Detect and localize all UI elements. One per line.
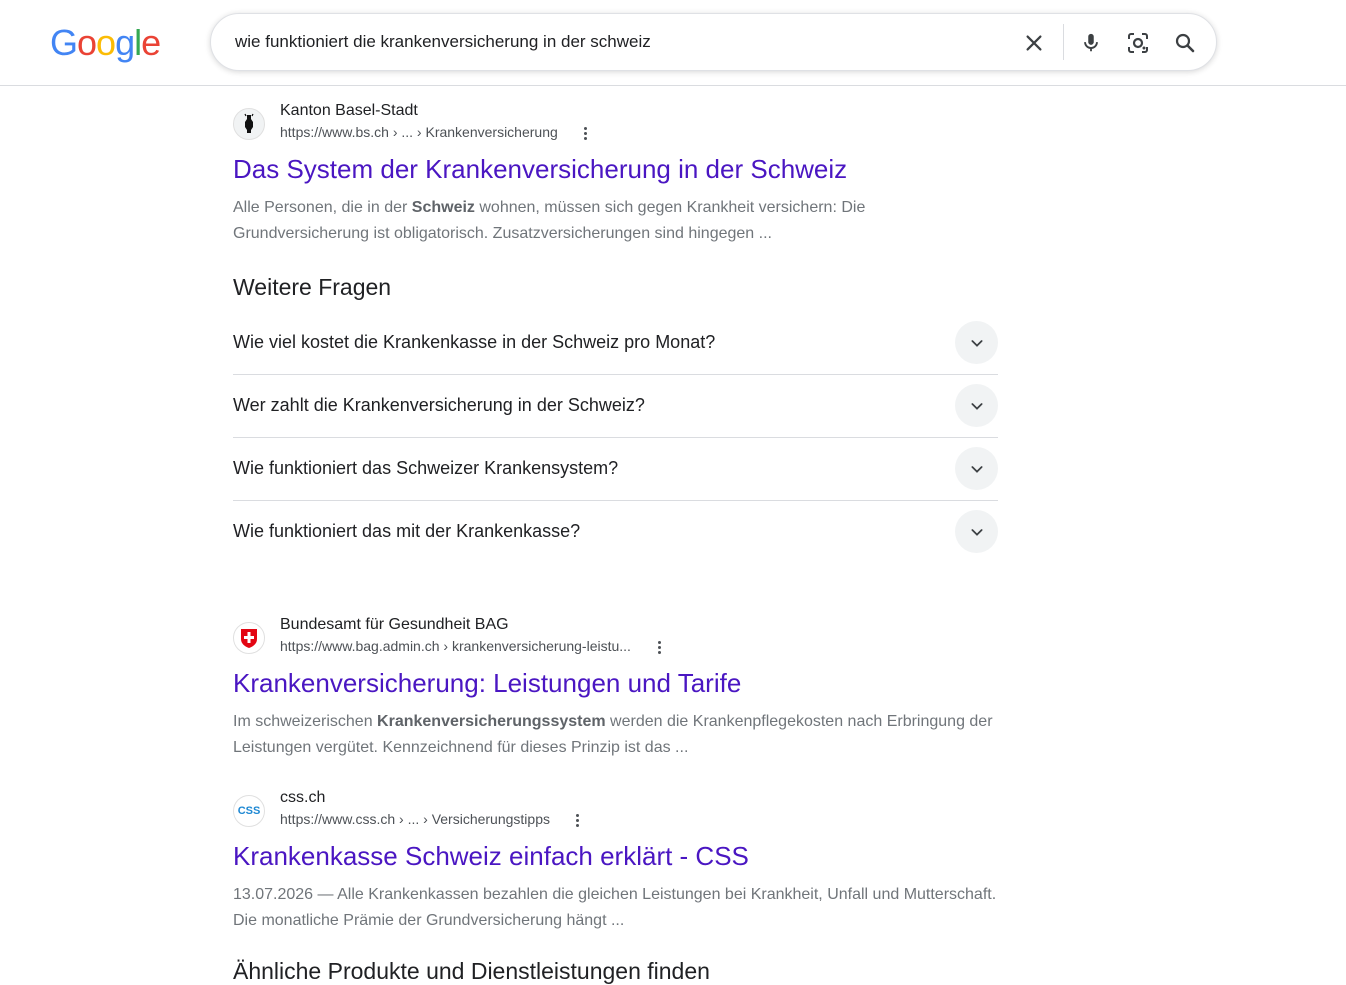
close-icon[interactable] [1021,30,1047,56]
result-site-name: Kanton Basel-Stadt [280,102,418,119]
google-logo[interactable]: Google [50,22,161,64]
question-item[interactable]: Wie funktioniert das mit der Krankenkass… [233,501,998,563]
question-text: Wer zahlt die Krankenversicherung in der… [233,395,645,415]
result-snippet: 13.07.2026 — Alle Krankenkassen bezahlen… [233,886,997,929]
lens-icon[interactable] [1125,30,1151,56]
question-item[interactable]: Wie viel kostet die Krankenkasse in der … [233,312,998,375]
search-box [210,13,1217,71]
result-site-name: Bundesamt für Gesundheit BAG [280,616,509,633]
result-snippet: Im schweizerischen Krankenversicherungss… [233,713,993,756]
search-result: Bundesamt für Gesundheit BAG https://www… [233,616,1003,761]
mic-icon[interactable] [1078,30,1104,56]
result-title-link[interactable]: Krankenkasse Schweiz einfach erklärt - C… [233,841,1003,872]
basel-stadt-favicon-icon [233,108,265,140]
question-text: Wie funktioniert das Schweizer Krankensy… [233,458,619,478]
result-site[interactable]: CSS css.ch https://www.css.ch › ... › Ve… [233,789,1003,835]
result-site[interactable]: Bundesamt für Gesundheit BAG https://www… [233,616,1003,662]
chevron-down-icon[interactable] [955,384,998,427]
related-questions-heading: Weitere Fragen [233,274,392,300]
chevron-down-icon[interactable] [955,321,998,364]
search-result: CSS css.ch https://www.css.ch › ... › Ve… [233,789,1003,934]
more-options-icon[interactable] [651,638,667,656]
search-input[interactable] [235,32,995,52]
css-favicon-text: CSS [237,805,261,817]
css-favicon-icon: CSS [233,795,265,827]
result-url: https://www.bs.ch › ... › Krankenversich… [280,124,558,140]
swiss-flag-favicon-icon [233,622,265,654]
more-options-icon[interactable] [569,811,585,829]
result-title-link[interactable]: Das System der Krankenversicherung in de… [233,154,1003,185]
result-url: https://www.bag.admin.ch › krankenversic… [280,638,631,654]
search-result: Kanton Basel-Stadt https://www.bs.ch › .… [233,102,1003,247]
result-site[interactable]: Kanton Basel-Stadt https://www.bs.ch › .… [233,102,1003,148]
more-options-icon[interactable] [577,124,593,142]
result-title-link[interactable]: Krankenversicherung: Leistungen und Tari… [233,668,1003,699]
result-url: https://www.css.ch › ... › Versicherungs… [280,811,550,827]
header-bar: Google [0,0,1346,86]
chevron-down-icon[interactable] [955,447,998,490]
search-divider [1063,24,1064,60]
result-snippet: Alle Personen, die in der Schweiz wohnen… [233,199,866,242]
question-item[interactable]: Wie funktioniert das Schweizer Krankensy… [233,438,998,501]
result-site-name: css.ch [280,789,326,806]
question-item[interactable]: Wer zahlt die Krankenversicherung in der… [233,375,998,438]
chevron-down-icon[interactable] [955,510,998,553]
search-icon[interactable] [1172,30,1198,56]
question-text: Wie viel kostet die Krankenkasse in der … [233,332,716,352]
related-questions: Weitere Fragen Wie viel kostet die Krank… [233,274,998,563]
question-text: Wie funktioniert das mit der Krankenkass… [233,521,581,541]
